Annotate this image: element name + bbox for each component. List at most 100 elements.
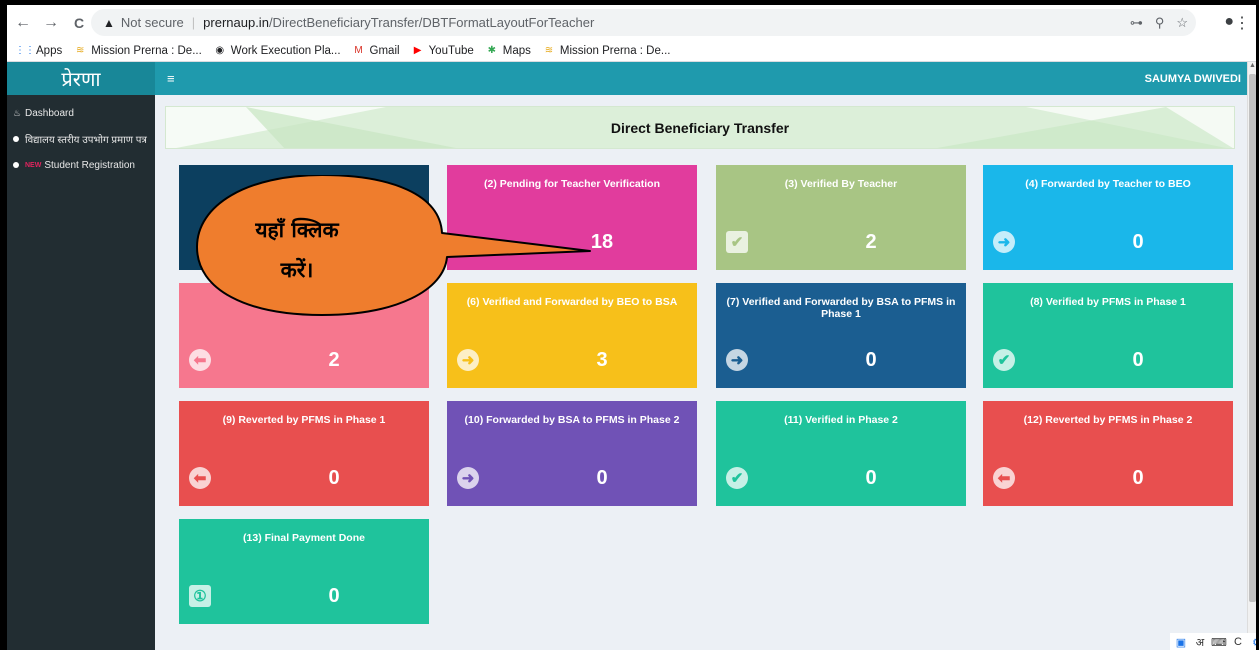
scrollbar[interactable]: ▲ bbox=[1247, 62, 1256, 650]
scroll-up-icon[interactable]: ▲ bbox=[1248, 62, 1256, 72]
bookmark-label: Maps bbox=[502, 44, 531, 57]
bookmark-icon: ◉ bbox=[215, 45, 225, 56]
tile-title: (11) Verified in Phase 2 bbox=[784, 414, 898, 426]
status-tile[interactable]: (8) Verified by PFMS in Phase 1 ✔ 0 bbox=[983, 283, 1233, 388]
sidebar-item-student-registration[interactable]: NEW Student Registration bbox=[7, 155, 155, 175]
bookmark-icon: ✱ bbox=[487, 45, 496, 56]
bookmarks-bar: ⋮⋮ Apps ≋ Mission Prerna : De... ◉ Work Execu… bbox=[7, 40, 1256, 62]
bookmark-label: Gmail bbox=[369, 44, 400, 57]
tile-title: (10) Forwarded by BSA to PFMS in Phase 2 bbox=[464, 414, 680, 426]
tile-count: 2 bbox=[328, 349, 340, 371]
bookmark-item[interactable]: ≋ Mission Prerna : De... bbox=[74, 45, 202, 57]
tile-count: 0 bbox=[865, 467, 877, 489]
tile-status-icon: ➜ bbox=[993, 231, 1015, 253]
tile-title: (3) Verified By Teacher bbox=[784, 178, 898, 190]
bookmark-label: Work Execution Pla... bbox=[230, 44, 341, 57]
tile-count: 0 bbox=[1132, 231, 1144, 253]
tray-icon[interactable]: ⌨ bbox=[1211, 634, 1227, 650]
tray-icon[interactable]: ▣ bbox=[1173, 634, 1189, 650]
tile-status-icon: ✔ bbox=[726, 231, 748, 253]
bookmark-icon: ≋ bbox=[76, 45, 85, 56]
tile-title: (7) Verified and Forwarded by BSA to PFM… bbox=[726, 296, 956, 320]
status-tile[interactable]: (13) Final Payment Done ① 0 bbox=[179, 519, 429, 624]
tile-status-icon: ① bbox=[189, 585, 211, 607]
tile-status-icon: ⬅ bbox=[189, 467, 211, 489]
sidebar-item-dashboard[interactable]: ♨ Dashboard bbox=[7, 103, 155, 123]
tile-status-icon: ➜ bbox=[457, 349, 479, 371]
bookmark-label: Mission Prerna : De... bbox=[559, 44, 671, 57]
back-icon[interactable]: ← bbox=[11, 11, 35, 35]
status-tile[interactable]: (10) Forwarded by BSA to PFMS in Phase 2… bbox=[447, 401, 697, 506]
bookmark-item[interactable]: ◉ Work Execution Pla... bbox=[214, 44, 341, 57]
tray-icon[interactable]: अ bbox=[1192, 634, 1208, 650]
bookmark-item[interactable]: ▶ YouTube bbox=[412, 45, 474, 57]
bookmark-item[interactable]: ⋮⋮ Apps bbox=[15, 44, 63, 57]
callout-line: करें। bbox=[280, 258, 314, 282]
tile-count: 2 bbox=[865, 231, 877, 253]
bullet-icon bbox=[13, 162, 19, 168]
url-path[interactable]: /DirectBeneficiaryTransfer/DBTFormatLayo… bbox=[269, 15, 594, 30]
brand-logo[interactable]: प्रेरणा bbox=[7, 62, 155, 95]
input-tools-tray: ▣अ⌨C⚙ bbox=[1170, 633, 1256, 650]
bookmark-item[interactable]: ≋ Mission Prerna : De... bbox=[543, 45, 671, 57]
tray-icon[interactable]: C bbox=[1230, 634, 1246, 650]
bookmark-icon: M bbox=[354, 45, 363, 56]
bookmark-icon: ▶ bbox=[413, 45, 422, 56]
tile-count: 0 bbox=[1132, 467, 1144, 489]
sidebar: ♨ Dashboard विद्यालय स्तरीय उपभोग प्रमाण… bbox=[7, 95, 155, 650]
tile-title: (13) Final Payment Done bbox=[243, 532, 365, 544]
tile-count: 0 bbox=[596, 467, 608, 489]
sidebar-item-utilization-certificate[interactable]: विद्यालय स्तरीय उपभोग प्रमाण पत्र bbox=[7, 129, 155, 149]
tile-count: 0 bbox=[328, 467, 340, 489]
star-icon[interactable]: ☆ bbox=[1176, 15, 1188, 31]
tile-title: (9) Reverted by PFMS in Phase 1 bbox=[222, 414, 386, 426]
zoom-icon[interactable]: ⚲ bbox=[1155, 15, 1165, 31]
tile-status-icon: ⬅ bbox=[993, 467, 1015, 489]
bookmark-item[interactable]: ✱ Maps bbox=[486, 45, 531, 57]
warning-icon[interactable]: ▲ bbox=[103, 16, 115, 30]
reload-icon[interactable]: C bbox=[67, 11, 91, 35]
address-bar[interactable]: ▲ Not secure | prernaup.in/DirectBenefic… bbox=[91, 9, 1196, 36]
url-separator: | bbox=[191, 15, 196, 30]
profile-icon[interactable]: ● bbox=[1224, 13, 1234, 31]
bookmark-label: Apps bbox=[36, 44, 63, 57]
status-tile[interactable]: (12) Reverted by PFMS in Phase 2 ⬅ 0 bbox=[983, 401, 1233, 506]
tile-title: (12) Reverted by PFMS in Phase 2 bbox=[1023, 414, 1193, 426]
tile-count: 3 bbox=[596, 349, 608, 371]
key-icon[interactable]: ⊶ bbox=[1130, 15, 1143, 31]
sidebar-item-label: विद्यालय स्तरीय उपभोग प्रमाण पत्र bbox=[25, 135, 147, 146]
status-tile[interactable]: (3) Verified By Teacher ✔ 2 bbox=[716, 165, 966, 270]
browser-window: ← → C ▲ Not secure | prernaup.in/DirectB… bbox=[7, 5, 1256, 650]
user-name[interactable]: SAUMYA DWIVEDI bbox=[1145, 73, 1241, 85]
status-tile[interactable]: (4) Forwarded by Teacher to BEO ➜ 0 bbox=[983, 165, 1233, 270]
dashboard-icon: ♨ bbox=[13, 107, 22, 118]
bookmark-item[interactable]: M Gmail bbox=[353, 44, 400, 57]
menu-icon[interactable]: ⋮ bbox=[1234, 13, 1250, 33]
url-domain[interactable]: prernaup.in bbox=[203, 15, 269, 30]
tile-status-icon: ➜ bbox=[726, 349, 748, 371]
callout-text: यहाँ क्लिक करें। bbox=[197, 210, 397, 290]
tile-count: 0 bbox=[865, 349, 877, 371]
sidebar-item-label: Student Registration bbox=[44, 159, 135, 171]
page-title: Direct Beneficiary Transfer bbox=[610, 120, 790, 136]
scrollbar-thumb[interactable] bbox=[1249, 74, 1256, 602]
not-secure-label[interactable]: Not secure bbox=[121, 15, 184, 30]
bookmark-label: Mission Prerna : De... bbox=[91, 44, 202, 57]
status-tile[interactable]: (9) Reverted by PFMS in Phase 1 ⬅ 0 bbox=[179, 401, 429, 506]
app-header: प्रेरणा ≡ SAUMYA DWIVEDI bbox=[7, 62, 1247, 95]
new-badge: NEW bbox=[25, 161, 42, 169]
bullet-icon bbox=[13, 136, 19, 142]
hamburger-icon[interactable]: ≡ bbox=[167, 71, 175, 86]
forward-icon[interactable]: → bbox=[39, 11, 63, 35]
tile-count: 0 bbox=[1132, 349, 1144, 371]
tray-icon[interactable]: ⚙ bbox=[1249, 634, 1256, 650]
bookmark-icon: ≋ bbox=[544, 45, 554, 56]
tile-status-icon: ⬅ bbox=[189, 349, 211, 371]
tile-status-icon: ✔ bbox=[993, 349, 1015, 371]
status-tile[interactable]: (7) Verified and Forwarded by BSA to PFM… bbox=[716, 283, 966, 388]
browser-toolbar: ← → C ▲ Not secure | prernaup.in/DirectB… bbox=[7, 5, 1256, 40]
status-tile[interactable]: (11) Verified in Phase 2 ✔ 0 bbox=[716, 401, 966, 506]
tile-count: 0 bbox=[328, 585, 340, 607]
tile-title: (8) Verified by PFMS in Phase 1 bbox=[1030, 296, 1186, 308]
callout-line: यहाँ क्लिक bbox=[255, 218, 339, 242]
